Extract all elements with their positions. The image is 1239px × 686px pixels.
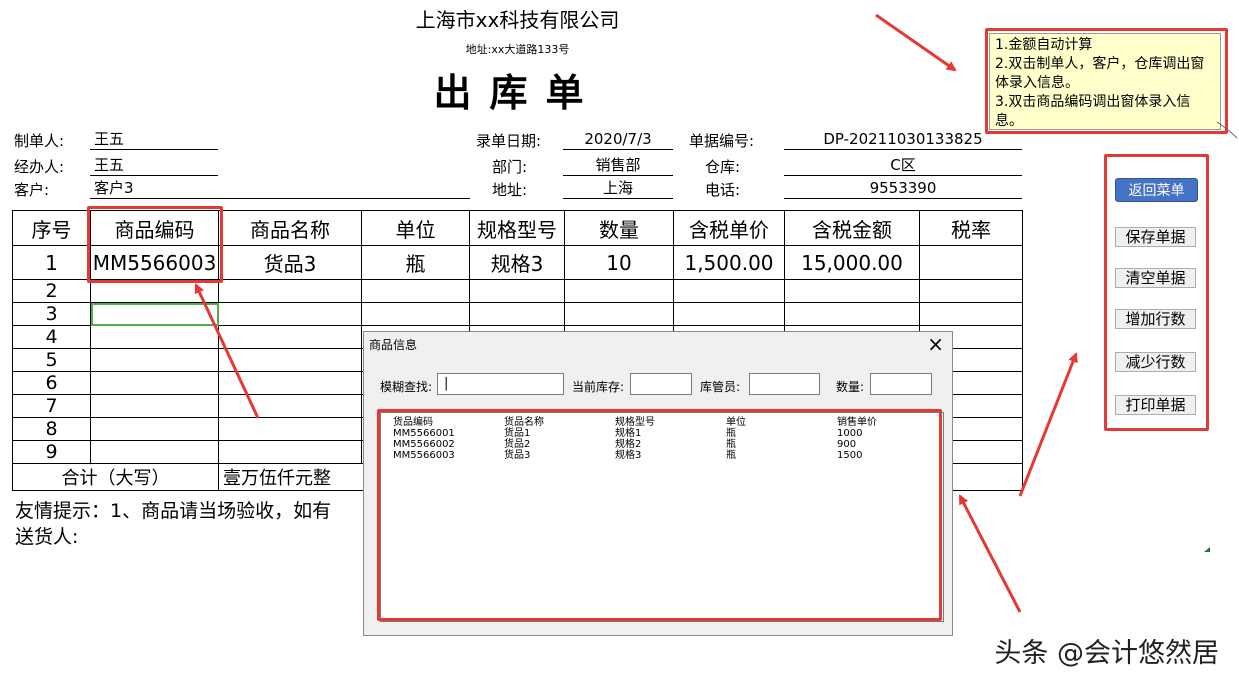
cell-index[interactable]: 5 bbox=[12, 348, 91, 372]
stock-label: 当前库存: bbox=[572, 380, 625, 394]
addr-field[interactable]: 上海 bbox=[563, 178, 673, 199]
arrow-to-listbox bbox=[958, 494, 1022, 613]
friendly-tip: 友情提示：1、商品请当场验收，如有 bbox=[15, 500, 332, 522]
company-name: 上海市xx科技有限公司 bbox=[415, 8, 620, 32]
cell-index[interactable]: 7 bbox=[12, 394, 91, 418]
cell-index[interactable]: 8 bbox=[12, 417, 91, 441]
cell-code[interactable] bbox=[90, 371, 219, 395]
qty-label: 数量: bbox=[836, 380, 865, 394]
total-label: 合计（大写） bbox=[12, 463, 219, 491]
arrow-to-buttons bbox=[1018, 352, 1078, 497]
cell-code[interactable] bbox=[90, 417, 219, 441]
cell-code[interactable] bbox=[90, 394, 219, 418]
col-header-index: 序号 bbox=[12, 210, 91, 246]
stock-input[interactable] bbox=[630, 373, 692, 395]
cell-code[interactable] bbox=[90, 440, 219, 464]
cell-amount[interactable]: 15,000.00 bbox=[784, 245, 920, 280]
dept-field[interactable]: 销售部 bbox=[563, 155, 673, 176]
note-highlight-box bbox=[985, 28, 1228, 134]
search-input[interactable]: | bbox=[437, 373, 564, 395]
document-title: 出库单 bbox=[433, 71, 602, 115]
sender-label: 送货人: bbox=[15, 526, 79, 548]
cell-spec[interactable]: 规格3 bbox=[469, 245, 565, 280]
cell-tax-rate[interactable] bbox=[919, 245, 1023, 280]
cell-code[interactable] bbox=[90, 348, 219, 372]
col-header-unit: 单位 bbox=[361, 210, 470, 246]
cell-unit[interactable]: 瓶 bbox=[361, 245, 470, 280]
selected-cell-code[interactable] bbox=[90, 302, 219, 326]
date-label: 录单日期: bbox=[476, 132, 542, 150]
warehouse-label: 仓库: bbox=[705, 158, 741, 176]
col-header-unit-price: 含税单价 bbox=[673, 210, 785, 246]
search-label: 模糊查找: bbox=[380, 380, 433, 394]
cell-code[interactable] bbox=[90, 325, 219, 349]
dept-label: 部门: bbox=[492, 158, 528, 176]
cell-index[interactable]: 2 bbox=[12, 279, 91, 303]
listbox-highlight-box bbox=[377, 409, 942, 621]
cell-index[interactable]: 4 bbox=[12, 325, 91, 349]
cell-index[interactable]: 3 bbox=[12, 302, 91, 326]
company-address: 地址:xx大道路133号 bbox=[465, 43, 570, 56]
corner-marker-icon bbox=[1204, 547, 1210, 552]
handler-field[interactable]: 王五 bbox=[90, 155, 218, 176]
customer-label: 客户: bbox=[14, 181, 50, 199]
cell-index[interactable]: 1 bbox=[12, 245, 91, 280]
code-cell-highlight-box bbox=[87, 206, 223, 283]
cell-index[interactable]: 9 bbox=[12, 440, 91, 464]
col-header-name: 商品名称 bbox=[218, 210, 362, 246]
col-header-tax-rate: 税率 bbox=[919, 210, 1023, 246]
handler-label: 经办人: bbox=[14, 158, 65, 176]
customer-field[interactable]: 客户3 bbox=[90, 178, 470, 199]
keeper-label: 库管员: bbox=[700, 380, 741, 394]
phone-field[interactable]: 9553390 bbox=[784, 178, 1022, 199]
warehouse-field[interactable]: C区 bbox=[784, 155, 1022, 176]
dialog-title: 商品信息 bbox=[369, 338, 418, 352]
cell-index[interactable]: 6 bbox=[12, 371, 91, 395]
maker-label: 制单人: bbox=[14, 132, 65, 150]
watermark: 头条 @会计悠然居 bbox=[994, 638, 1219, 669]
table-row: 3 bbox=[12, 302, 1023, 326]
cell-qty[interactable]: 10 bbox=[564, 245, 674, 280]
col-header-qty: 数量 bbox=[564, 210, 674, 246]
col-header-amount: 含税金额 bbox=[784, 210, 920, 246]
cell-name[interactable]: 货品3 bbox=[218, 245, 362, 280]
close-icon[interactable]: × bbox=[927, 332, 944, 356]
buttons-highlight-box bbox=[1104, 154, 1209, 431]
docno-label: 单据编号: bbox=[689, 132, 755, 150]
phone-label: 电话: bbox=[705, 181, 741, 199]
cell-unit-price[interactable]: 1,500.00 bbox=[673, 245, 785, 280]
col-header-spec: 规格型号 bbox=[469, 210, 565, 246]
qty-input[interactable] bbox=[870, 373, 932, 395]
keeper-input[interactable] bbox=[749, 373, 820, 395]
date-field[interactable]: 2020/7/3 bbox=[563, 129, 673, 150]
addr-label: 地址: bbox=[492, 181, 528, 199]
maker-field[interactable]: 王五 bbox=[90, 129, 218, 150]
